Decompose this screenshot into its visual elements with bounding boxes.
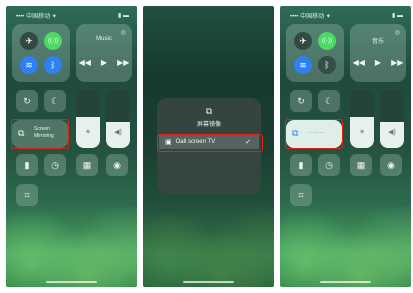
music-title: 音乐 [371, 39, 384, 45]
camera-icon[interactable]: ◉ [380, 154, 402, 176]
wallpaper-glow [280, 207, 411, 287]
wifi-icon[interactable]: ≋ [20, 56, 38, 74]
brightness-icon: ☀ [84, 129, 92, 136]
wallpaper-glow [6, 207, 137, 287]
flashlight-icon[interactable]: ▮ [290, 154, 312, 176]
next-track-icon[interactable]: ▶▶ [117, 58, 129, 67]
calculator-icon[interactable]: ▦ [76, 154, 98, 176]
airplane-mode-icon[interactable]: ✈ [294, 32, 312, 50]
home-indicator[interactable] [183, 281, 234, 283]
carrier-text: •••• 中国移动 ✦ [16, 13, 57, 20]
status-bar: •••• 中国移动 ✦ ▮ ▬ [16, 10, 129, 20]
control-center-panel-1: •••• 中国移动 ✦ ▮ ▬ ✈ ((·)) ≋ ᛒ ◎ Music ◀◀ ▶… [6, 6, 137, 287]
brightness-icon: ☀ [358, 129, 366, 136]
volume-slider[interactable]: ◀) [380, 90, 404, 148]
music-tile[interactable]: ◎ 音乐 ◀◀ ▶ ▶▶ [350, 24, 406, 82]
battery-icon: ▮ ▬ [118, 12, 129, 19]
camera-icon[interactable]: ◉ [106, 154, 128, 176]
airplay-icon[interactable]: ◎ [395, 29, 400, 36]
volume-icon: ◀) [388, 129, 396, 136]
previous-track-icon[interactable]: ◀◀ [79, 58, 91, 67]
bluetooth-icon[interactable]: ᛒ [44, 56, 62, 74]
calculator-icon[interactable]: ▦ [350, 154, 372, 176]
home-indicator[interactable] [46, 281, 97, 283]
highlight-box [11, 119, 69, 149]
screen-mirroring-dialog-panel: ⧉ 屏幕镜像 ▣ Oall screen TV ✓ [143, 6, 274, 287]
cellular-data-icon[interactable]: ((·)) [44, 32, 62, 50]
play-icon[interactable]: ▶ [101, 58, 107, 67]
status-bar: •••• 中国移动 ✦ ▮ ▬ [290, 10, 403, 20]
timer-icon[interactable]: ◷ [318, 154, 340, 176]
next-track-icon[interactable]: ▶▶ [391, 58, 403, 67]
airplane-mode-icon[interactable]: ✈ [20, 32, 38, 50]
flashlight-icon[interactable]: ▮ [16, 154, 38, 176]
highlight-box [157, 134, 263, 152]
rotation-lock-icon[interactable]: ↻ [290, 90, 312, 112]
cellular-data-icon[interactable]: ((·)) [318, 32, 336, 50]
qr-scanner-icon[interactable]: ⌗ [290, 184, 312, 206]
qr-scanner-icon[interactable]: ⌗ [16, 184, 38, 206]
do-not-disturb-icon[interactable]: ☾ [44, 90, 66, 112]
airplay-icon[interactable]: ◎ [121, 29, 126, 36]
volume-slider[interactable]: ◀) [106, 90, 130, 148]
rotation-lock-icon[interactable]: ↻ [16, 90, 38, 112]
bluetooth-icon[interactable]: ᛒ [318, 56, 336, 74]
sheet-title: 屏幕镜像 [196, 122, 221, 128]
home-indicator[interactable] [320, 281, 371, 283]
brightness-slider[interactable]: ☀ [76, 90, 100, 148]
battery-icon: ▮ ▬ [392, 12, 403, 19]
screen-mirroring-icon: ⧉ [205, 106, 213, 116]
music-title: Music [96, 36, 112, 42]
connectivity-tile: ✈ ((·)) ≋ ᛒ [12, 24, 70, 82]
play-icon[interactable]: ▶ [375, 58, 381, 67]
carrier-text: •••• 中国移动 ✦ [290, 13, 331, 20]
control-center-panel-3: •••• 中国移动 ✦ ▮ ▬ ✈ ((·)) ≋ ᛒ ◎ 音乐 ◀◀ ▶ ▶▶… [280, 6, 411, 287]
wifi-icon[interactable]: ≋ [294, 56, 312, 74]
music-tile[interactable]: ◎ Music ◀◀ ▶ ▶▶ [76, 24, 132, 82]
connectivity-tile: ✈ ((·)) ≋ ᛒ [286, 24, 344, 82]
timer-icon[interactable]: ◷ [44, 154, 66, 176]
do-not-disturb-icon[interactable]: ☾ [318, 90, 340, 112]
volume-icon: ◀) [114, 129, 122, 136]
brightness-slider[interactable]: ☀ [350, 90, 374, 148]
previous-track-icon[interactable]: ◀◀ [353, 58, 365, 67]
highlight-box [285, 119, 343, 149]
